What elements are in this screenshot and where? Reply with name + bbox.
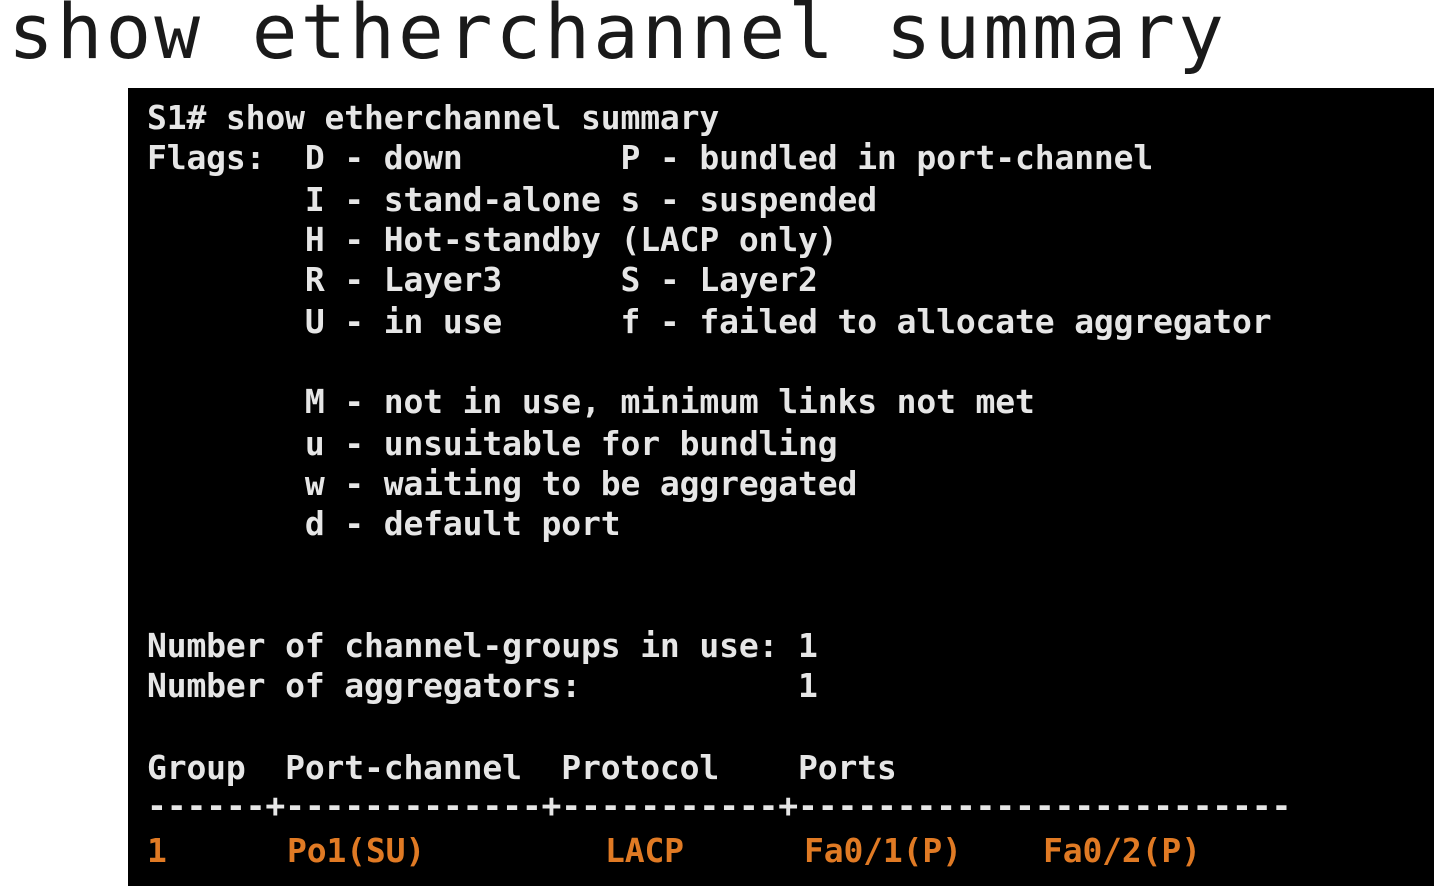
flags-line-5: U - in use f - failed to allocate aggreg…	[147, 302, 1272, 341]
flags-line-3: H - Hot-standby (LACP only)	[147, 220, 838, 259]
command-prompt-line: S1# show etherchannel summary	[147, 98, 720, 137]
table-header: Group Port-channel Protocol Ports	[147, 748, 897, 787]
flags-line-9: d - default port	[147, 504, 621, 543]
row-port-channel: Po1(SU)	[287, 831, 426, 870]
flags-line-6: M - not in use, minimum links not met	[147, 382, 1035, 421]
flags-line-8: w - waiting to be aggregated	[147, 464, 858, 503]
terminal-window[interactable]: S1# show etherchannel summary Flags: D -…	[128, 88, 1434, 886]
flags-line-7: u - unsuitable for bundling	[147, 424, 838, 463]
flags-line-4: R - Layer3 S - Layer2	[147, 260, 818, 299]
channel-groups-count-line: Number of channel-groups in use: 1	[147, 626, 818, 665]
slide-title: show etherchannel summary	[8, 0, 1227, 76]
row-port-1: Fa0/1(P)	[804, 831, 962, 870]
table-separator: ------+-------------+-----------+-------…	[147, 786, 1292, 825]
flags-line-2: I - stand-alone s - suspended	[147, 180, 877, 219]
row-port-2: Fa0/2(P)	[1043, 831, 1201, 870]
aggregators-count-line: Number of aggregators: 1	[147, 666, 818, 705]
row-group: 1	[147, 831, 167, 870]
row-protocol: LACP	[605, 831, 684, 870]
flags-line-1: Flags: D - down P - bundled in port-chan…	[147, 138, 1154, 177]
